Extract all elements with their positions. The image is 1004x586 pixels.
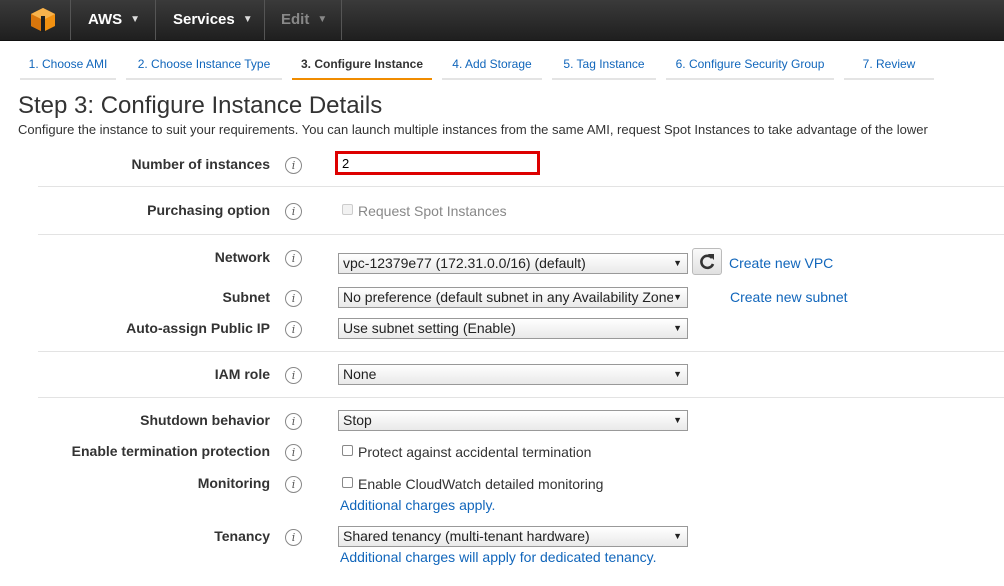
info-icon[interactable]: i <box>285 444 302 461</box>
subnet-select-value: No preference (default subnet in any Ava… <box>343 289 673 305</box>
dedicated-tenancy-charges-link[interactable]: Additional charges will apply for dedica… <box>340 549 656 565</box>
dropdown-arrow-icon: ▼ <box>673 415 682 425</box>
dropdown-arrow-icon: ▼ <box>673 292 682 302</box>
auto-assign-public-ip-value: Use subnet setting (Enable) <box>343 320 516 336</box>
wizard-step-add-storage[interactable]: 4. Add Storage <box>442 54 542 80</box>
iam-role-select[interactable]: None ▼ <box>338 364 688 385</box>
subnet-select[interactable]: No preference (default subnet in any Ava… <box>338 287 688 308</box>
network-label: Network <box>214 249 270 265</box>
auto-assign-public-ip-select[interactable]: Use subnet setting (Enable) ▼ <box>338 318 688 339</box>
page-title: Step 3: Configure Instance Details <box>18 92 383 119</box>
create-new-subnet-link[interactable]: Create new subnet <box>730 289 848 305</box>
termination-protection-checkbox-label: Protect against accidental termination <box>358 444 592 460</box>
wizard-steps: 1. Choose AMI 2. Choose Instance Type 3.… <box>0 40 1004 86</box>
section-divider <box>38 234 1004 235</box>
info-icon[interactable]: i <box>285 321 302 338</box>
info-icon[interactable]: i <box>285 413 302 430</box>
aws-menu[interactable]: AWS ▼ <box>88 0 140 40</box>
info-icon[interactable]: i <box>285 290 302 307</box>
services-menu[interactable]: Services ▼ <box>173 0 253 40</box>
page-description: Configure the instance to suit your requ… <box>18 122 928 137</box>
wizard-step-review[interactable]: 7. Review <box>844 54 934 80</box>
monitoring-label: Monitoring <box>197 475 270 491</box>
dropdown-arrow-icon: ▼ <box>673 258 682 268</box>
request-spot-instances-checkbox[interactable] <box>342 204 353 215</box>
additional-charges-link[interactable]: Additional charges apply. <box>340 497 495 513</box>
info-icon[interactable]: i <box>285 367 302 384</box>
tenancy-value: Shared tenancy (multi-tenant hardware) <box>343 528 590 544</box>
nav-separator <box>70 0 71 40</box>
aws-cube-icon[interactable] <box>30 7 56 33</box>
termination-protection-checkbox[interactable] <box>342 445 353 456</box>
request-spot-instances-label: Request Spot Instances <box>358 203 507 219</box>
section-divider <box>38 397 1004 398</box>
subnet-label: Subnet <box>222 289 270 305</box>
info-icon[interactable]: i <box>285 203 302 220</box>
edit-menu[interactable]: Edit ▼ <box>281 0 327 40</box>
shutdown-behavior-label: Shutdown behavior <box>140 412 270 428</box>
info-icon[interactable]: i <box>285 529 302 546</box>
purchasing-option-label: Purchasing option <box>147 202 270 218</box>
nav-separator <box>341 0 342 40</box>
section-divider <box>38 186 1004 187</box>
network-select-value: vpc-12379e77 (172.31.0.0/16) (default) <box>343 255 586 271</box>
info-icon[interactable]: i <box>285 157 302 174</box>
top-navigation-bar: AWS ▼ Services ▼ Edit ▼ <box>0 0 1004 41</box>
nav-separator <box>264 0 265 40</box>
termination-protection-label: Enable termination protection <box>71 443 270 459</box>
auto-assign-public-ip-label: Auto-assign Public IP <box>126 320 270 336</box>
chevron-down-icon: ▼ <box>242 14 253 26</box>
dropdown-arrow-icon: ▼ <box>673 369 682 379</box>
wizard-step-tag-instance[interactable]: 5. Tag Instance <box>552 54 656 80</box>
iam-role-value: None <box>343 366 377 382</box>
wizard-step-configure-instance[interactable]: 3. Configure Instance <box>292 54 432 80</box>
info-icon[interactable]: i <box>285 250 302 267</box>
aws-menu-label: AWS <box>88 11 123 28</box>
cloudwatch-monitoring-checkbox[interactable] <box>342 477 353 488</box>
shutdown-behavior-select[interactable]: Stop ▼ <box>338 410 688 431</box>
tenancy-select[interactable]: Shared tenancy (multi-tenant hardware) ▼ <box>338 526 688 547</box>
number-of-instances-label: Number of instances <box>131 156 270 172</box>
tenancy-label: Tenancy <box>214 528 270 544</box>
dropdown-arrow-icon: ▼ <box>673 531 682 541</box>
wizard-step-choose-instance-type[interactable]: 2. Choose Instance Type <box>126 54 282 80</box>
chevron-down-icon: ▼ <box>317 14 328 26</box>
dropdown-arrow-icon: ▼ <box>673 323 682 333</box>
refresh-icon <box>700 254 715 270</box>
network-select[interactable]: vpc-12379e77 (172.31.0.0/16) (default) ▼ <box>338 253 688 274</box>
number-of-instances-input[interactable] <box>335 151 540 175</box>
services-menu-label: Services <box>173 11 235 28</box>
nav-separator <box>155 0 156 40</box>
shutdown-behavior-value: Stop <box>343 412 372 428</box>
cloudwatch-monitoring-checkbox-label: Enable CloudWatch detailed monitoring <box>358 476 604 492</box>
chevron-down-icon: ▼ <box>130 14 141 26</box>
edit-menu-label: Edit <box>281 11 310 28</box>
iam-role-label: IAM role <box>214 366 270 382</box>
refresh-button[interactable] <box>692 248 722 275</box>
create-new-vpc-link[interactable]: Create new VPC <box>729 255 833 271</box>
info-icon[interactable]: i <box>285 476 302 493</box>
wizard-step-choose-ami[interactable]: 1. Choose AMI <box>20 54 116 80</box>
wizard-step-configure-security-group[interactable]: 6. Configure Security Group <box>666 54 834 80</box>
section-divider <box>38 351 1004 352</box>
